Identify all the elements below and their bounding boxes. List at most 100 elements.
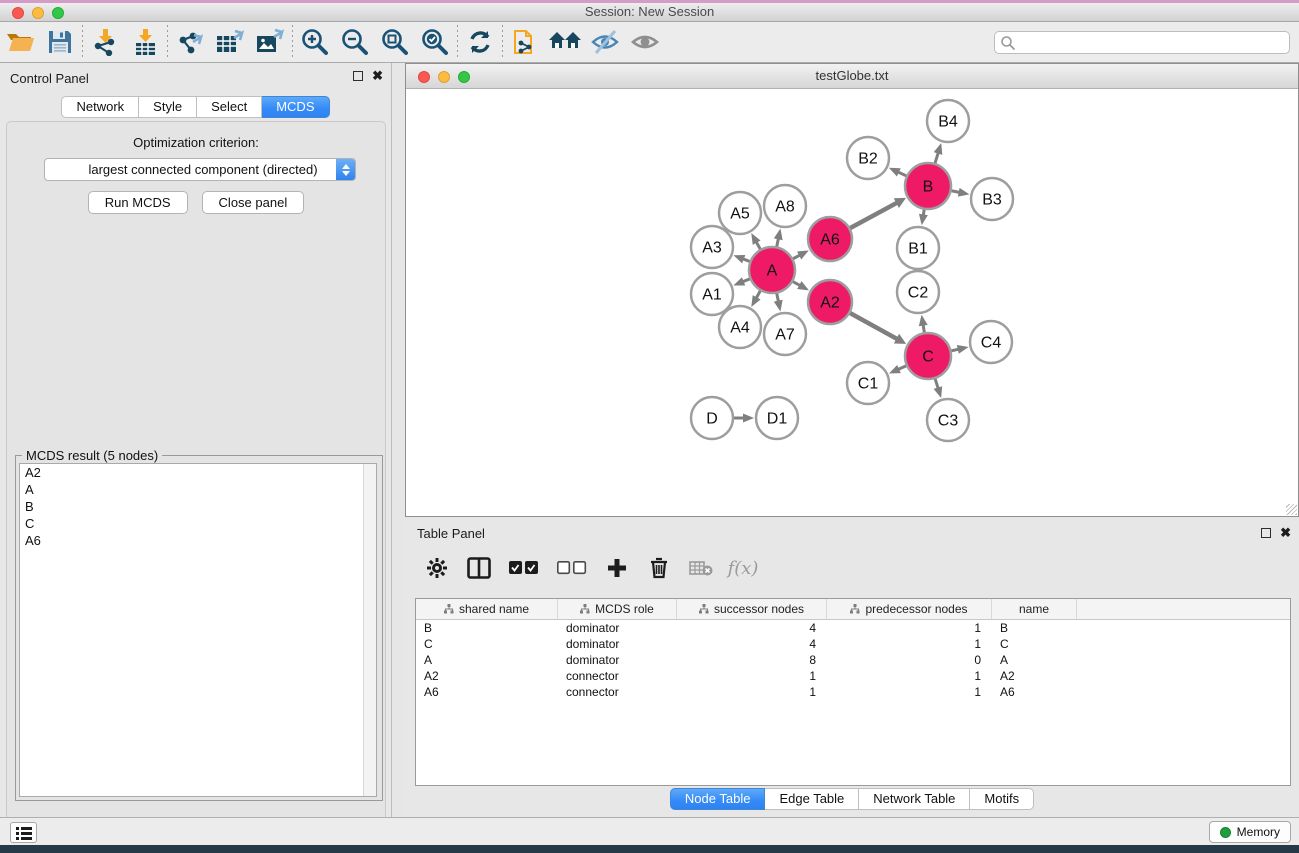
mcds-result-item[interactable]: B xyxy=(20,498,376,515)
zoom-selected-icon[interactable] xyxy=(415,25,455,59)
graph-edge[interactable] xyxy=(848,312,898,339)
show-task-history-button[interactable] xyxy=(10,822,37,843)
search-field[interactable] xyxy=(994,31,1290,54)
table-cell[interactable]: 1 xyxy=(677,668,827,684)
result-list-scrollbar[interactable] xyxy=(363,464,376,796)
table-cell[interactable]: dominator xyxy=(558,636,677,652)
table-cell[interactable]: 0 xyxy=(827,652,992,668)
select-all-columns-icon[interactable] xyxy=(507,554,541,582)
table-row[interactable]: A2connector11A2 xyxy=(416,668,1290,684)
network-canvas[interactable]: B4B2BB3A8A5A6A3B1AC2A1A2A4A7C4CC1DD1C3 xyxy=(406,89,1298,516)
network-close-button[interactable] xyxy=(418,71,430,83)
table-settings-gear-icon[interactable] xyxy=(423,554,451,582)
show-graphics-details-icon[interactable] xyxy=(625,25,665,59)
import-network-icon[interactable] xyxy=(85,25,125,59)
column-header-successor-nodes[interactable]: successor nodes xyxy=(677,599,827,619)
mcds-result-item[interactable]: A xyxy=(20,481,376,498)
export-image-icon[interactable] xyxy=(250,25,290,59)
network-window-titlebar[interactable]: testGlobe.txt xyxy=(406,64,1298,89)
node-table[interactable]: shared nameMCDS rolesuccessor nodesprede… xyxy=(415,598,1291,786)
refresh-icon[interactable] xyxy=(460,25,500,59)
table-row[interactable]: Adominator80A xyxy=(416,652,1290,668)
open-network-file-icon[interactable] xyxy=(505,25,545,59)
mcds-result-list[interactable]: A2ABCA6 xyxy=(19,463,377,797)
column-header-MCDS-role[interactable]: MCDS role xyxy=(558,599,677,619)
minimize-window-button[interactable] xyxy=(32,7,44,19)
table-cell[interactable]: 4 xyxy=(677,636,827,652)
resize-grip-icon[interactable] xyxy=(1286,504,1297,515)
table-cell[interactable]: C xyxy=(992,636,1077,652)
tab-edge-table[interactable]: Edge Table xyxy=(765,788,859,810)
export-network-icon[interactable] xyxy=(170,25,210,59)
close-table-panel-icon[interactable]: ✖ xyxy=(1280,527,1291,539)
create-column-plus-icon[interactable] xyxy=(603,554,631,582)
table-row[interactable]: A6connector11A6 xyxy=(416,684,1290,700)
zoom-window-button[interactable] xyxy=(52,7,64,19)
table-row[interactable]: Cdominator41C xyxy=(416,636,1290,652)
home-network-icon[interactable] xyxy=(545,25,585,59)
window-controls[interactable] xyxy=(12,7,64,19)
table-cell[interactable]: A2 xyxy=(416,668,558,684)
column-header-shared-name[interactable]: shared name xyxy=(416,599,558,619)
tab-select[interactable]: Select xyxy=(197,96,262,118)
table-row[interactable]: Bdominator41B xyxy=(416,620,1290,636)
column-header-name[interactable]: name xyxy=(992,599,1077,619)
table-cell[interactable]: connector xyxy=(558,668,677,684)
zoom-fit-icon[interactable] xyxy=(375,25,415,59)
float-panel-icon[interactable] xyxy=(353,71,363,81)
table-header-row[interactable]: shared nameMCDS rolesuccessor nodesprede… xyxy=(416,599,1290,620)
unselect-all-columns-icon[interactable] xyxy=(555,554,589,582)
table-cell[interactable]: 1 xyxy=(827,620,992,636)
tab-network[interactable]: Network xyxy=(61,96,139,118)
table-cell[interactable]: dominator xyxy=(558,620,677,636)
column-header-predecessor-nodes[interactable]: predecessor nodes xyxy=(827,599,992,619)
table-cell[interactable]: B xyxy=(992,620,1077,636)
show-column-panel-icon[interactable] xyxy=(465,554,493,582)
function-builder-icon[interactable]: f(x) xyxy=(729,554,757,582)
table-cell[interactable]: 1 xyxy=(827,684,992,700)
tab-mcds[interactable]: MCDS xyxy=(262,96,329,118)
open-file-icon[interactable] xyxy=(0,25,40,59)
network-graph[interactable]: B4B2BB3A8A5A6A3B1AC2A1A2A4A7C4CC1DD1C3 xyxy=(406,89,1298,516)
memory-button[interactable]: Memory xyxy=(1209,821,1291,843)
table-cell[interactable]: 1 xyxy=(677,684,827,700)
mcds-result-item[interactable]: A6 xyxy=(20,532,376,549)
table-cell[interactable]: A6 xyxy=(992,684,1077,700)
table-cell[interactable]: A6 xyxy=(416,684,558,700)
zoom-in-icon[interactable] xyxy=(295,25,335,59)
table-cell[interactable]: 8 xyxy=(677,652,827,668)
table-cell[interactable]: A2 xyxy=(992,668,1077,684)
delete-table-icon[interactable] xyxy=(687,554,715,582)
tab-network-table[interactable]: Network Table xyxy=(859,788,970,810)
mcds-result-item[interactable]: A2 xyxy=(20,464,376,481)
criterion-dropdown[interactable]: largest connected component (directed) xyxy=(44,158,356,181)
table-cell[interactable]: 1 xyxy=(827,668,992,684)
graph-edge[interactable] xyxy=(848,202,898,229)
table-cell[interactable]: A xyxy=(416,652,558,668)
network-minimize-button[interactable] xyxy=(438,71,450,83)
network-zoom-button[interactable] xyxy=(458,71,470,83)
import-table-icon[interactable] xyxy=(125,25,165,59)
close-panel-button[interactable]: Close panel xyxy=(202,191,305,214)
table-cell[interactable]: C xyxy=(416,636,558,652)
tab-motifs[interactable]: Motifs xyxy=(970,788,1034,810)
table-cell[interactable]: 1 xyxy=(827,636,992,652)
export-table-icon[interactable] xyxy=(210,25,250,59)
table-cell[interactable]: connector xyxy=(558,684,677,700)
table-cell[interactable]: 4 xyxy=(677,620,827,636)
save-session-icon[interactable] xyxy=(40,25,80,59)
tab-node-table[interactable]: Node Table xyxy=(670,788,766,810)
tab-style[interactable]: Style xyxy=(139,96,197,118)
float-table-panel-icon[interactable] xyxy=(1261,528,1271,538)
search-input[interactable] xyxy=(1016,33,1289,52)
hide-graphics-details-icon[interactable] xyxy=(585,25,625,59)
close-window-button[interactable] xyxy=(12,7,24,19)
run-mcds-button[interactable]: Run MCDS xyxy=(88,191,188,214)
table-cell[interactable]: dominator xyxy=(558,652,677,668)
table-cell[interactable]: B xyxy=(416,620,558,636)
delete-column-trash-icon[interactable] xyxy=(645,554,673,582)
close-panel-icon[interactable]: ✖ xyxy=(372,70,383,82)
zoom-out-icon[interactable] xyxy=(335,25,375,59)
mcds-result-item[interactable]: C xyxy=(20,515,376,532)
table-cell[interactable]: A xyxy=(992,652,1077,668)
